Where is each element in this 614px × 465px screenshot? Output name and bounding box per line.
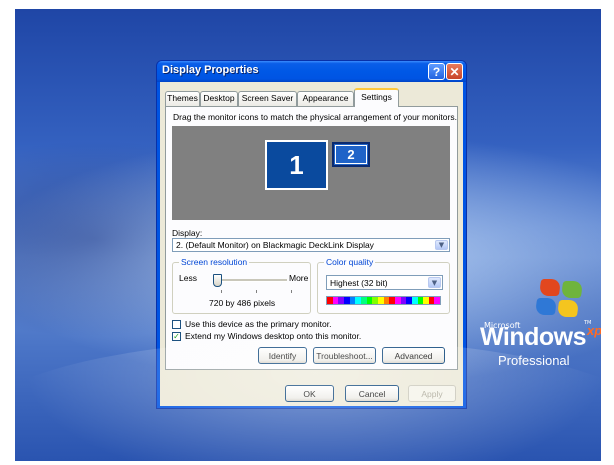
resolution-more-label: More [289,273,309,283]
color-spectrum-bar [326,296,441,305]
slider-tick [256,290,257,293]
color-quality-select[interactable]: Highest (32 bit) ▼ [326,275,443,290]
extend-desktop-label: Extend my Windows desktop onto this moni… [185,331,362,341]
display-label: Display: [172,228,203,238]
help-button[interactable]: ? [428,63,445,80]
cancel-button[interactable]: Cancel [345,385,399,402]
color-quality-title: Color quality [324,257,376,267]
close-button[interactable]: ✕ [446,63,463,80]
windows-flag-yellow [556,300,580,317]
display-select-value: 2. (Default Monitor) on Blackmagic DeckL… [176,240,374,250]
windows-flag-green [560,281,584,298]
screen-resolution-title: Screen resolution [179,257,250,267]
windows-flag-red [538,279,562,296]
slider-tick [291,290,292,293]
logo-xp: xp [587,323,601,338]
instruction-text: Drag the monitor icons to match the phys… [173,112,457,122]
color-quality-value: Highest (32 bit) [330,278,388,288]
logo-windows: Windows [480,323,587,351]
resolution-less-label: Less [179,273,197,283]
chevron-down-icon[interactable]: ▼ [435,240,448,250]
desktop-background: Microsoft Windows TM xp Professional Dis… [15,9,601,461]
tab-desktop[interactable]: Desktop [200,91,238,106]
primary-monitor-checkbox[interactable] [172,320,181,329]
monitor-2[interactable]: 2 [332,142,370,167]
display-properties-dialog: Display Properties ? ✕ Themes Desktop Sc… [156,60,467,409]
tab-appearance[interactable]: Appearance [297,91,354,106]
dialog-body: Themes Desktop Screen Saver Appearance S… [160,82,463,406]
windows-flag-blue [534,298,558,315]
extend-desktop-checkbox[interactable]: ✓ [172,332,181,341]
troubleshoot-button[interactable]: Troubleshoot... [313,347,376,364]
monitor-arrangement-area: 1 2 [172,126,450,220]
tab-screen-saver[interactable]: Screen Saver [238,91,297,106]
title-bar[interactable]: Display Properties ? ✕ [157,61,466,82]
chevron-down-icon[interactable]: ▼ [428,277,441,288]
screen-resolution-group: Screen resolution Less More 720 by 486 p… [172,257,311,314]
tab-settings[interactable]: Settings [354,88,399,107]
color-swatch [434,297,441,304]
advanced-button[interactable]: Advanced [382,347,445,364]
dialog-title: Display Properties [162,64,259,76]
resolution-value: 720 by 486 pixels [209,298,276,308]
monitor-1[interactable]: 1 [265,140,328,190]
resolution-slider-thumb[interactable] [213,274,222,287]
settings-panel: Drag the monitor icons to match the phys… [165,106,458,370]
identify-button[interactable]: Identify [258,347,307,364]
slider-tick [221,290,222,293]
color-quality-group: Color quality Highest (32 bit) ▼ [317,257,450,314]
primary-monitor-label: Use this device as the primary monitor. [185,319,332,329]
tab-themes[interactable]: Themes [165,91,200,106]
apply-button: Apply [408,385,456,402]
windows-xp-logo: Microsoft Windows TM xp Professional [478,277,601,377]
resolution-slider-track[interactable] [217,279,287,282]
display-select[interactable]: 2. (Default Monitor) on Blackmagic DeckL… [172,238,450,252]
logo-edition: Professional [498,353,570,368]
ok-button[interactable]: OK [285,385,334,402]
